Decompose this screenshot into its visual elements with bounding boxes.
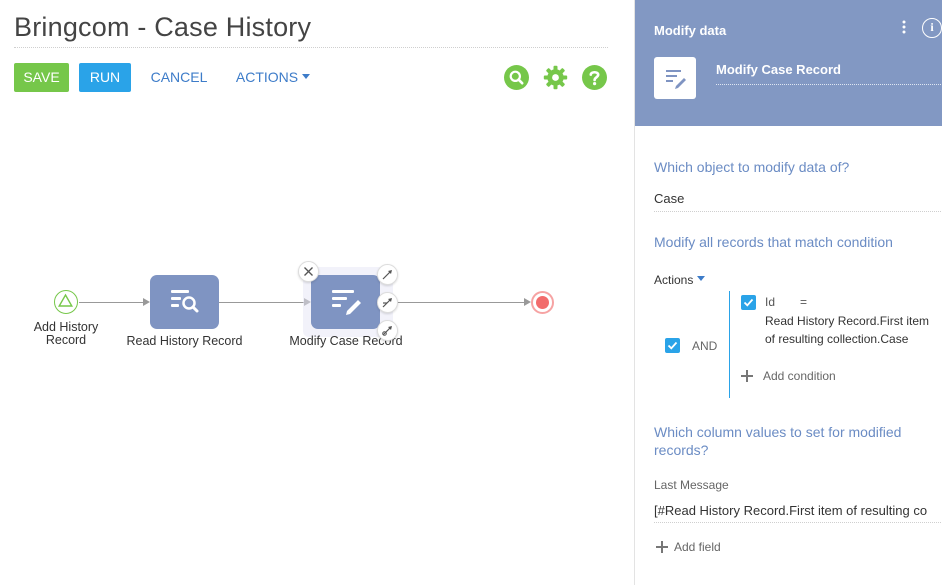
info-icon[interactable]: i — [922, 18, 942, 38]
read-data-icon — [171, 290, 199, 313]
connector[interactable] — [79, 302, 143, 303]
element-icon-box — [654, 57, 696, 99]
arrow-icon — [524, 298, 531, 306]
default-flow-button[interactable] — [377, 320, 398, 341]
cancel-button[interactable]: CANCEL — [146, 63, 212, 92]
more-options-icon[interactable] — [898, 18, 910, 36]
condition-actions-menu[interactable]: Actions — [654, 273, 706, 287]
columns-question-line1: Which column values to set for modified — [654, 424, 902, 440]
plus-icon — [741, 370, 753, 382]
page-title: Bringcom - Case History — [14, 12, 312, 42]
read-data-node-label: Read History Record — [126, 334, 243, 348]
end-event-dot — [536, 296, 549, 309]
run-button[interactable]: RUN — [79, 63, 131, 92]
condition-value-line2[interactable]: of resulting collection.Case — [765, 330, 908, 348]
triangle-icon — [57, 293, 74, 307]
field-label: Last Message — [654, 478, 729, 492]
plus-icon — [656, 541, 668, 553]
flow-arrow-icon — [382, 270, 392, 280]
actions-label: ACTIONS — [235, 69, 299, 85]
condition-actions-label: Actions — [654, 273, 694, 287]
caret-down-icon — [302, 73, 311, 79]
conditional-flow-button[interactable] — [377, 292, 398, 313]
condition-operator[interactable]: = — [800, 293, 807, 311]
process-designer: Bringcom - Case History SAVE RUN CANCEL … — [0, 0, 942, 585]
condition-column[interactable]: Id — [765, 293, 775, 311]
add-condition-button[interactable]: Add condition — [763, 369, 836, 383]
condition-checkbox[interactable] — [741, 295, 756, 310]
field-value-underline — [654, 522, 942, 523]
element-name-underline — [716, 84, 942, 85]
checkmark-icon — [743, 298, 754, 307]
actions-menu-button[interactable]: ACTIONS — [233, 63, 313, 92]
save-button[interactable]: SAVE — [14, 63, 69, 92]
default-flow-icon — [382, 326, 392, 336]
object-question: Which object to modify data of? — [654, 159, 850, 175]
connector[interactable] — [219, 302, 304, 303]
help-icon[interactable] — [582, 65, 607, 90]
title-divider — [14, 47, 608, 48]
search-icon[interactable] — [504, 65, 529, 90]
condition-group-line — [729, 291, 730, 398]
delete-node-button[interactable] — [298, 261, 319, 282]
condition-value-line1[interactable]: Read History Record.First item — [765, 312, 929, 330]
caret-down-icon — [697, 276, 706, 282]
panel-title: Modify data — [654, 23, 727, 38]
panel-header: Modify data i Modify Case Record — [635, 0, 942, 126]
start-event[interactable] — [54, 290, 78, 314]
modify-data-icon — [332, 290, 361, 315]
close-icon — [304, 267, 313, 276]
condition-question: Modify all records that match condition — [654, 234, 893, 250]
connector[interactable] — [397, 302, 524, 303]
start-event-label: Add History Record — [33, 320, 99, 347]
add-field-button[interactable]: Add field — [674, 540, 721, 554]
and-operator[interactable]: AND — [692, 337, 717, 355]
object-field-underline — [654, 211, 942, 212]
element-name[interactable]: Modify Case Record — [716, 62, 841, 77]
checkmark-icon — [667, 341, 678, 350]
end-event[interactable] — [531, 291, 554, 314]
read-data-node[interactable] — [150, 275, 219, 329]
gear-icon[interactable] — [543, 65, 568, 90]
conditional-flow-icon — [382, 298, 392, 308]
properties-panel: Modify data i Modify Case Record Which o… — [634, 0, 942, 585]
columns-question-line2: records? — [654, 442, 709, 458]
object-value[interactable]: Case — [654, 191, 684, 206]
modify-data-node[interactable] — [311, 275, 380, 329]
connect-flow-button[interactable] — [377, 264, 398, 285]
arrow-icon — [143, 298, 150, 306]
group-checkbox[interactable] — [665, 338, 680, 353]
field-value[interactable]: [#Read History Record.First item of resu… — [654, 503, 942, 518]
modify-data-icon — [666, 70, 686, 89]
